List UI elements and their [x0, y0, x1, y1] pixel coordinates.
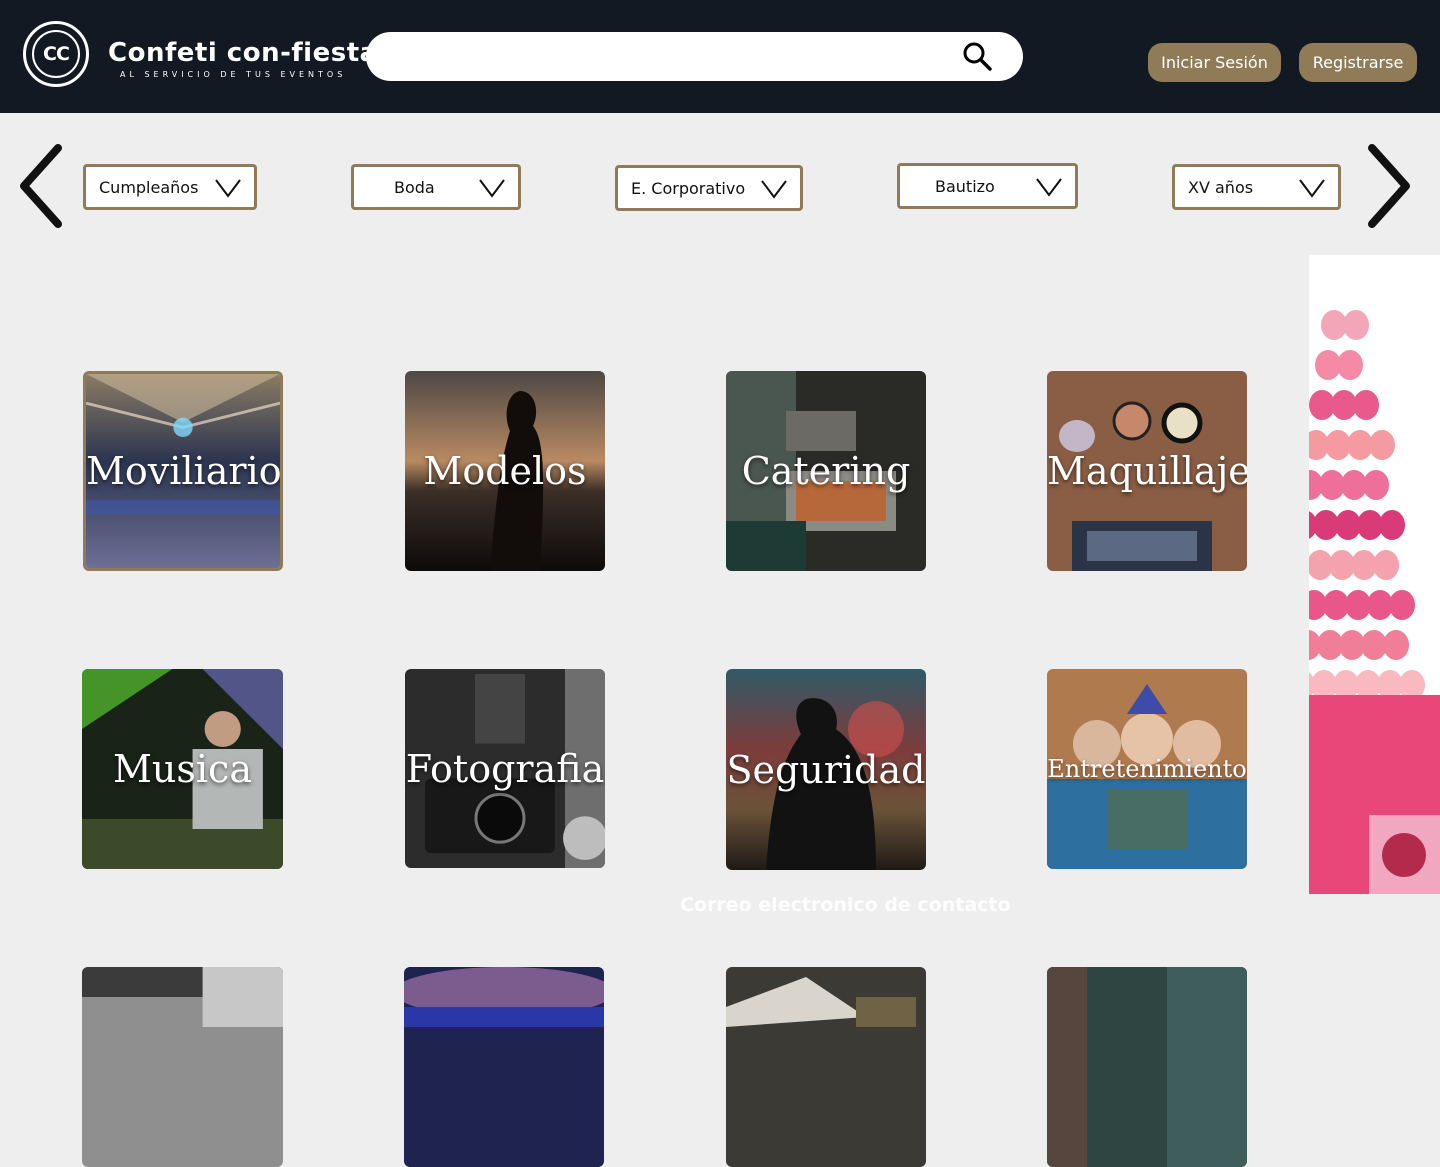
tile-label: Maquillaje	[1047, 449, 1247, 493]
dropdown-label: Boda	[394, 178, 435, 197]
tile-label: Moviliario	[86, 449, 282, 493]
macaron-shape	[1383, 630, 1409, 660]
service-tile-musica[interactable]: Musica	[82, 669, 283, 869]
tile-label: Fotografia	[405, 746, 605, 791]
category-dropdown-xv-anos[interactable]: XV años	[1172, 164, 1341, 210]
service-tile-entretenimiento[interactable]: Entretenimiento	[1047, 669, 1247, 869]
dropdown-label: XV años	[1188, 178, 1254, 197]
chevron-right-icon[interactable]	[1366, 144, 1412, 228]
tile-label: Entretenimiento	[1047, 755, 1247, 783]
dropdown-label: E. Corporativo	[631, 179, 746, 198]
tile-image	[726, 967, 926, 1167]
macarons-banner-image	[1309, 255, 1440, 894]
chevron-down-icon	[215, 179, 241, 198]
service-tile-maquillaje[interactable]: Maquillaje	[1047, 371, 1247, 571]
service-tile-moviliario[interactable]: Moviliario	[83, 371, 283, 571]
side-banner[interactable]	[1309, 255, 1440, 894]
chevron-down-icon	[1036, 178, 1062, 197]
search-bar[interactable]	[366, 32, 1023, 81]
logo-monogram: CC	[32, 30, 80, 78]
macaron-shape	[1363, 470, 1389, 500]
category-dropdown-boda[interactable]: Boda	[351, 164, 521, 210]
service-tile-row3-1[interactable]	[82, 967, 283, 1167]
tile-image	[404, 967, 604, 1167]
macaron-shape	[1369, 430, 1395, 460]
chevron-left-icon[interactable]	[18, 144, 64, 228]
macaron-shape	[1389, 590, 1415, 620]
login-button[interactable]: Iniciar Sesión	[1148, 43, 1281, 82]
service-tile-row3-4[interactable]	[1047, 967, 1247, 1167]
tile-label: Seguridad	[726, 747, 926, 792]
chevron-down-icon	[761, 180, 787, 199]
search-icon[interactable]	[962, 41, 992, 71]
service-tile-fotografia[interactable]: Fotografia	[405, 669, 605, 868]
register-button[interactable]: Registrarse	[1299, 43, 1417, 82]
service-tile-modelos[interactable]: Modelos	[405, 371, 605, 571]
brand-tagline: AL SERVICIO DE TUS EVENTOS	[120, 70, 347, 79]
tile-image	[82, 967, 283, 1167]
search-input[interactable]	[390, 42, 954, 72]
chevron-down-icon	[479, 179, 505, 198]
category-dropdown-corporativo[interactable]: E. Corporativo	[615, 165, 803, 211]
contact-email-label[interactable]: Correo electronico de contacto	[680, 894, 1011, 916]
category-dropdown-cumpleanos[interactable]: Cumpleaños	[83, 164, 257, 210]
service-tile-seguridad[interactable]: Seguridad	[726, 669, 926, 870]
top-navbar: CC Confeti con-fiesta AL SERVICIO DE TUS…	[0, 0, 1440, 113]
service-tile-catering[interactable]: Catering	[726, 371, 926, 571]
tile-label: Modelos	[423, 449, 587, 493]
tile-label: Catering	[741, 449, 911, 493]
brand-name[interactable]: Confeti con-fiesta	[108, 38, 378, 68]
tile-image	[1047, 967, 1247, 1167]
category-dropdown-bautizo[interactable]: Bautizo	[897, 163, 1078, 209]
tile-label: Musica	[113, 747, 252, 791]
macaron-shape	[1337, 350, 1363, 380]
macaron-shape	[1373, 550, 1399, 580]
service-tile-row3-3[interactable]	[726, 967, 926, 1167]
dropdown-label: Bautizo	[935, 177, 995, 196]
macaron-shape	[1343, 310, 1369, 340]
chevron-down-icon	[1299, 179, 1325, 198]
macaron-shape	[1353, 390, 1379, 420]
service-tile-row3-2[interactable]	[404, 967, 604, 1167]
brand-logo[interactable]: CC	[23, 21, 89, 87]
macaron-shape	[1379, 510, 1405, 540]
dropdown-label: Cumpleaños	[99, 178, 199, 197]
